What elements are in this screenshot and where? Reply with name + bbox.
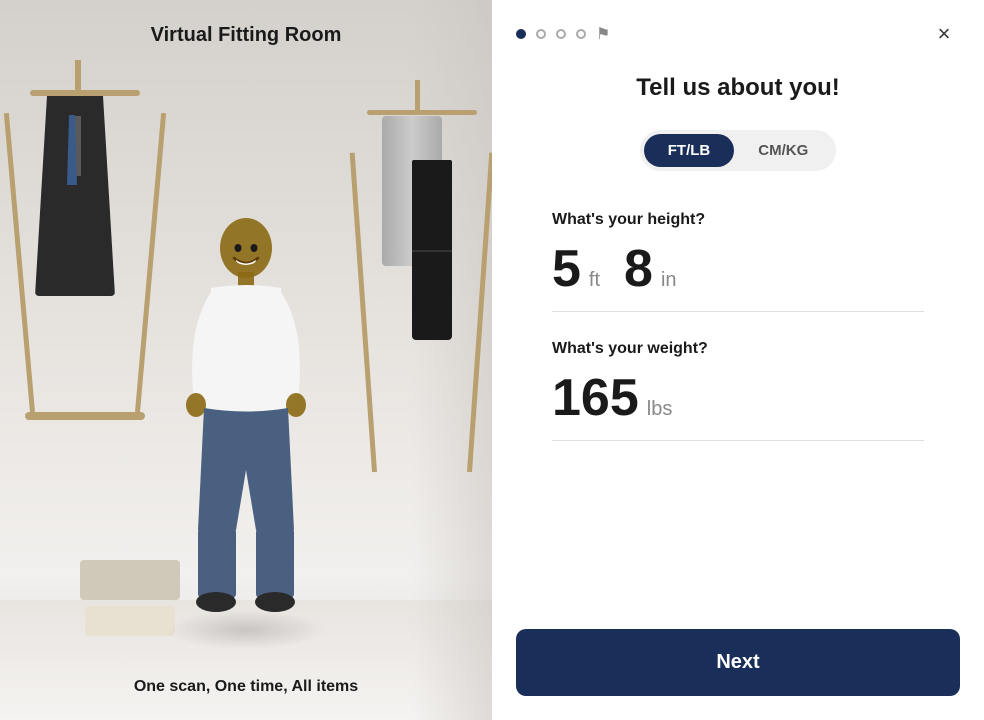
top-bar: ⚑ ×: [492, 0, 984, 64]
flag-icon: ⚑: [596, 24, 610, 44]
shelf-box-top: [80, 560, 180, 600]
unit-toggle: FT/LB CM/KG: [640, 130, 837, 171]
shelf-box-bottom: [85, 606, 175, 636]
height-inches-value: 8: [624, 243, 653, 295]
rack-right: [362, 80, 482, 480]
person-figure: [176, 210, 316, 640]
weight-value: 165: [552, 372, 639, 424]
height-row: 5 ft 8 in: [552, 243, 924, 295]
height-label: What's your height?: [552, 211, 924, 229]
unit-ftlb-button[interactable]: FT/LB: [644, 134, 735, 167]
weight-section: What's your weight? 165 lbs: [552, 340, 924, 441]
rack-left: [20, 60, 150, 420]
weight-unit: lbs: [647, 398, 673, 421]
unit-cmkg-button[interactable]: CM/KG: [734, 134, 832, 167]
form-content: Tell us about you! FT/LB CM/KG What's yo…: [492, 64, 984, 629]
shelf-area: [80, 560, 180, 640]
height-feet-value: 5: [552, 243, 581, 295]
weight-divider: [552, 440, 924, 441]
left-panel-subtitle: One scan, One time, All items: [134, 678, 358, 696]
weight-row: 165 lbs: [552, 372, 924, 424]
height-divider: [552, 311, 924, 312]
dot-4: [576, 29, 586, 39]
weight-label: What's your weight?: [552, 340, 924, 358]
form-title: Tell us about you!: [552, 74, 924, 102]
close-button[interactable]: ×: [928, 18, 960, 50]
dot-1: [516, 29, 526, 39]
height-section: What's your height? 5 ft 8 in: [552, 211, 924, 340]
pants-black: [412, 160, 452, 340]
rack-right-bar: [367, 110, 477, 115]
dot-2: [536, 29, 546, 39]
height-inches-unit: in: [661, 269, 677, 292]
pagination-dots: ⚑: [516, 24, 610, 44]
height-feet-unit: ft: [589, 269, 600, 292]
left-panel-title: Virtual Fitting Room: [151, 24, 342, 47]
next-button[interactable]: Next: [516, 629, 960, 696]
right-panel: ⚑ × Tell us about you! FT/LB CM/KG What'…: [492, 0, 984, 720]
rack-left-base: [25, 412, 145, 420]
dot-3: [556, 29, 566, 39]
rack-left-bar: [30, 90, 140, 96]
left-panel: Virtual Fitting Room: [0, 0, 492, 720]
